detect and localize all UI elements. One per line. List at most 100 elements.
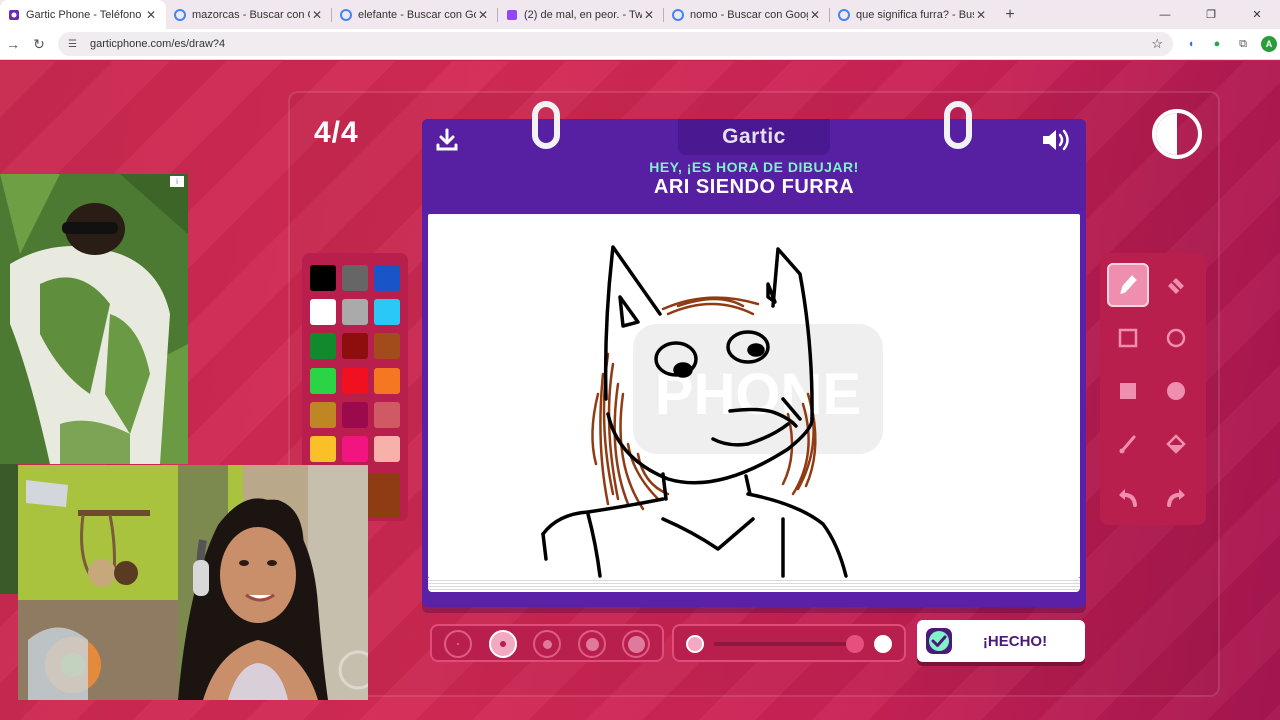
- fill-bucket-tool-button[interactable]: [1155, 422, 1197, 466]
- color-swatch-orange[interactable]: [374, 368, 400, 394]
- download-icon[interactable]: [434, 127, 460, 158]
- extensions-area: ◖ ● ⧉ A: [1183, 36, 1277, 52]
- new-tab-button[interactable]: +: [996, 0, 1024, 29]
- ad-info-badge[interactable]: i: [170, 176, 184, 187]
- brush-size-1[interactable]: [444, 630, 472, 658]
- filled-ellipse-tool-button[interactable]: [1155, 369, 1197, 413]
- google-icon: [838, 8, 850, 21]
- tab-title: nomo - Buscar con Google: [690, 8, 808, 21]
- brush-size-4[interactable]: [578, 630, 606, 658]
- eraser-icon: [1168, 278, 1184, 294]
- sound-icon[interactable]: [1040, 126, 1074, 159]
- profile-avatar[interactable]: A: [1261, 36, 1277, 52]
- prompt-subtitle: HEY, ¡ES HORA DE DIBUJAR!: [649, 159, 859, 175]
- close-tab-icon[interactable]: ✕: [808, 8, 822, 22]
- undo-button[interactable]: [1107, 475, 1149, 519]
- google-icon: [340, 8, 352, 21]
- circle-filled-icon: [1167, 382, 1185, 400]
- color-swatch-rose[interactable]: [374, 402, 400, 428]
- line-tool-button[interactable]: [1107, 422, 1149, 466]
- tab-title: elefante - Buscar con Google: [358, 8, 476, 21]
- bucket-icon: [1166, 434, 1186, 454]
- pencil-tool-button[interactable]: [1107, 263, 1149, 307]
- color-swatch-light-gray[interactable]: [342, 299, 368, 325]
- color-swatch-green[interactable]: [310, 368, 336, 394]
- timer-icon: [1152, 109, 1202, 159]
- close-window-icon[interactable]: ✕: [1234, 0, 1280, 29]
- tab-elefante[interactable]: elefante - Buscar con Google ✕: [332, 0, 498, 29]
- close-tab-icon[interactable]: ✕: [476, 8, 490, 22]
- tab-title: mazorcas - Buscar con Google: [192, 8, 310, 21]
- rectangle-filled-icon: [1120, 383, 1136, 399]
- redo-button[interactable]: [1155, 475, 1197, 519]
- circle-outline-icon: [1166, 328, 1186, 348]
- tab-title: Gartic Phone - Teléfono Descor: [26, 8, 144, 21]
- tab-mazorcas[interactable]: mazorcas - Buscar con Google ✕: [166, 0, 332, 29]
- ad-photo: [0, 174, 188, 464]
- tab-title: que significa furra? - Buscar co: [856, 8, 974, 21]
- advertisement-image[interactable]: i: [0, 174, 188, 464]
- line-icon: [1119, 435, 1136, 454]
- color-swatch-white[interactable]: [310, 299, 336, 325]
- close-tab-icon[interactable]: ✕: [310, 8, 324, 22]
- tab-nomo[interactable]: nomo - Buscar con Google ✕: [664, 0, 830, 29]
- extension-green-icon[interactable]: ●: [1209, 36, 1225, 52]
- color-swatch-dark-green[interactable]: [310, 333, 336, 359]
- window-controls: — ❐ ✕: [1142, 0, 1280, 29]
- rectangle-outline-icon: [1118, 328, 1138, 348]
- close-tab-icon[interactable]: ✕: [642, 8, 656, 22]
- brush-size-5[interactable]: [622, 630, 650, 658]
- color-swatch-yellow[interactable]: [310, 436, 336, 462]
- webcam-overlay: [18, 465, 368, 700]
- prompt-title: ARI SIENDO FURRA: [653, 176, 855, 198]
- eraser-tool-button[interactable]: [1155, 263, 1197, 307]
- color-swatch-brown[interactable]: [374, 333, 400, 359]
- color-swatch-blue[interactable]: [374, 265, 400, 291]
- color-swatch-peach[interactable]: [374, 436, 400, 462]
- done-label: ¡HECHO!: [982, 632, 1048, 650]
- ellipse-tool-button[interactable]: [1155, 316, 1197, 360]
- tab-title: (2) de mal, en peor. - Twitch: [524, 8, 642, 21]
- color-swatch-black[interactable]: [310, 265, 336, 291]
- color-swatch-maroon[interactable]: [342, 402, 368, 428]
- tab-twitch[interactable]: (2) de mal, en peor. - Twitch ✕: [498, 0, 664, 29]
- selected-color-swatch[interactable]: [368, 473, 400, 517]
- done-button[interactable]: ¡HECHO!: [917, 620, 1085, 662]
- omnibox[interactable]: ☰ garticphone.com/es/draw?4 ☆: [58, 32, 1173, 56]
- brush-size-3[interactable]: [533, 630, 561, 658]
- opacity-handle[interactable]: [846, 635, 864, 653]
- extensions-puzzle-icon[interactable]: ⧉: [1235, 36, 1251, 52]
- rectangle-tool-button[interactable]: [1107, 316, 1149, 360]
- forward-icon[interactable]: →: [0, 31, 26, 57]
- color-swatch-gray[interactable]: [342, 265, 368, 291]
- twitch-icon: [506, 9, 518, 21]
- color-swatch-pink[interactable]: [342, 436, 368, 462]
- webcam-video: [18, 465, 368, 700]
- filled-rectangle-tool-button[interactable]: [1107, 369, 1149, 413]
- gartic-icon: [8, 9, 20, 21]
- maximize-icon[interactable]: ❐: [1188, 0, 1234, 29]
- color-swatch-ochre[interactable]: [310, 402, 336, 428]
- extension-wave-icon[interactable]: ◖: [1183, 36, 1199, 52]
- bookmark-star-icon[interactable]: ☆: [1151, 36, 1163, 52]
- notebook-ring: [532, 101, 560, 149]
- color-swatch-dark-red[interactable]: [342, 333, 368, 359]
- tab-furra[interactable]: que significa furra? - Buscar co ✕: [830, 0, 996, 29]
- close-tab-icon[interactable]: ✕: [144, 8, 158, 22]
- undo-icon: [1119, 489, 1137, 507]
- brush-size-2[interactable]: [489, 630, 517, 658]
- tab-gartic-phone[interactable]: Gartic Phone - Teléfono Descor ✕: [0, 0, 166, 29]
- minimize-icon[interactable]: —: [1142, 0, 1188, 29]
- notebook-ring: [944, 101, 972, 149]
- opacity-slider[interactable]: [672, 624, 906, 662]
- site-info-icon[interactable]: ☰: [68, 39, 82, 50]
- color-swatch-red[interactable]: [342, 368, 368, 394]
- close-tab-icon[interactable]: ✕: [974, 8, 988, 22]
- redo-icon: [1167, 489, 1185, 507]
- drawing-canvas[interactable]: PHONE: [428, 214, 1080, 578]
- reload-icon[interactable]: ↻: [26, 31, 52, 57]
- notebook-paper-edge: [428, 578, 1080, 592]
- color-swatch-light-blue[interactable]: [374, 299, 400, 325]
- round-counter: 4/4: [314, 116, 359, 149]
- drawing-svg: PHONE: [541, 245, 883, 578]
